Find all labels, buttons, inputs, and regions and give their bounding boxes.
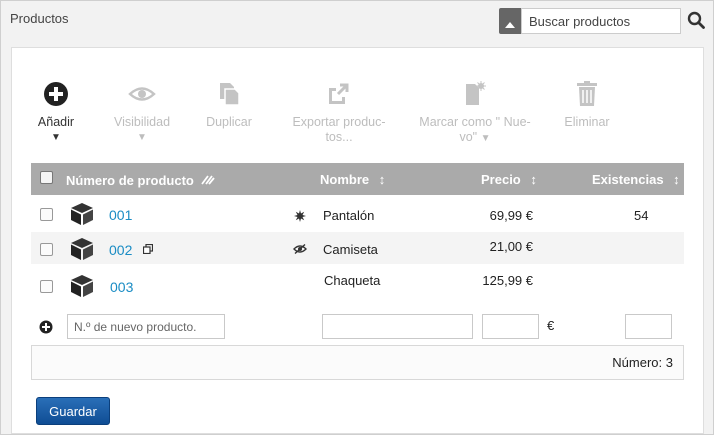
product-number-link[interactable]: 003 — [110, 279, 133, 295]
search-scope-button[interactable] — [499, 8, 521, 34]
starburst-icon — [294, 210, 306, 222]
product-box-icon — [71, 275, 93, 297]
new-product-number-input[interactable] — [67, 314, 225, 339]
product-name[interactable]: Camiseta — [323, 242, 378, 257]
export-label-line2: tos... — [325, 130, 353, 144]
eye-icon — [128, 87, 156, 101]
search-icon[interactable] — [687, 11, 705, 29]
mark-new-button[interactable]: Marcar como " Nue- vo" ▼ — [411, 81, 539, 146]
caret-down-icon: ▼ — [480, 133, 491, 144]
table-row[interactable]: 002 Camiseta 21,00 € — [31, 232, 684, 264]
header-stock[interactable]: Existencias ↕ — [592, 172, 680, 187]
duplicate-button[interactable]: Duplicar — [201, 81, 257, 130]
product-name[interactable]: Pantalón — [323, 208, 374, 223]
page-title: Productos — [10, 11, 69, 26]
duplicate-icon — [220, 83, 240, 106]
caret-down-icon: ▼ — [137, 132, 147, 143]
header-name[interactable]: Nombre ↕ — [320, 172, 385, 187]
export-icon — [329, 83, 349, 104]
product-price[interactable]: 21,00 € — [453, 239, 533, 254]
sort-icon: ↕ — [673, 172, 680, 187]
delete-button[interactable]: Eliminar — [559, 81, 615, 130]
export-button[interactable]: Exportar produc- tos... — [287, 81, 391, 145]
table-footer: Número: 3 — [31, 345, 684, 380]
add-row-icon[interactable] — [39, 320, 53, 334]
new-product-price-input[interactable] — [482, 314, 539, 339]
caret-up-icon — [505, 22, 515, 28]
product-price[interactable]: 125,99 € — [453, 273, 533, 288]
product-number-link[interactable]: 002 — [109, 242, 132, 258]
export-label-line1: Exportar produc- — [292, 115, 386, 129]
sort-number-icon — [201, 175, 216, 185]
table-row[interactable]: 003 Chaqueta 125,99 € — [31, 266, 684, 298]
window-frame: Productos Añadir ▼ Visibilidad ▼ Duplica… — [0, 0, 714, 435]
visibility-label: Visibilidad — [113, 115, 171, 129]
add-label: Añadir — [37, 115, 75, 129]
save-button[interactable]: Guardar — [36, 397, 110, 425]
new-document-icon — [466, 81, 486, 105]
select-all-checkbox[interactable] — [40, 171, 53, 184]
mark-new-label-line1: Marcar como " Nue- — [419, 115, 531, 129]
sort-icon: ↕ — [378, 172, 386, 187]
product-box-icon — [71, 238, 93, 260]
table-header: Número de producto Nombre ↕ Precio ↕ Exi… — [31, 163, 684, 195]
add-button[interactable]: Añadir ▼ — [33, 81, 79, 145]
product-name[interactable]: Chaqueta — [324, 273, 380, 288]
new-product-name-input[interactable] — [322, 314, 473, 339]
trash-icon — [577, 81, 597, 106]
row-checkbox[interactable] — [40, 208, 53, 221]
product-count: Número: 3 — [612, 355, 673, 370]
currency-label: € — [547, 318, 555, 333]
duplicate-label: Duplicar — [206, 115, 252, 129]
new-product-stock-input[interactable] — [625, 314, 672, 339]
sort-icon: ↕ — [530, 172, 537, 187]
product-price[interactable]: 69,99 € — [453, 208, 533, 223]
header-number[interactable]: Número de producto — [66, 172, 216, 188]
eye-hidden-icon — [293, 244, 307, 254]
search-input[interactable] — [521, 8, 681, 34]
product-stock[interactable]: 54 — [634, 208, 648, 223]
plus-circle-icon — [44, 82, 68, 106]
product-box-icon — [71, 203, 93, 225]
variants-icon — [143, 244, 153, 254]
row-checkbox[interactable] — [40, 243, 53, 256]
table-row[interactable]: 001 Pantalón 69,99 € 54 — [31, 199, 684, 231]
header-price[interactable]: Precio ↕ — [481, 172, 537, 187]
visibility-button[interactable]: Visibilidad ▼ — [109, 81, 175, 145]
delete-label: Eliminar — [564, 115, 610, 129]
product-number-link[interactable]: 001 — [109, 207, 132, 223]
row-checkbox[interactable] — [40, 280, 53, 293]
mark-new-label-line2: vo" — [459, 130, 478, 144]
caret-down-icon: ▼ — [51, 132, 61, 143]
